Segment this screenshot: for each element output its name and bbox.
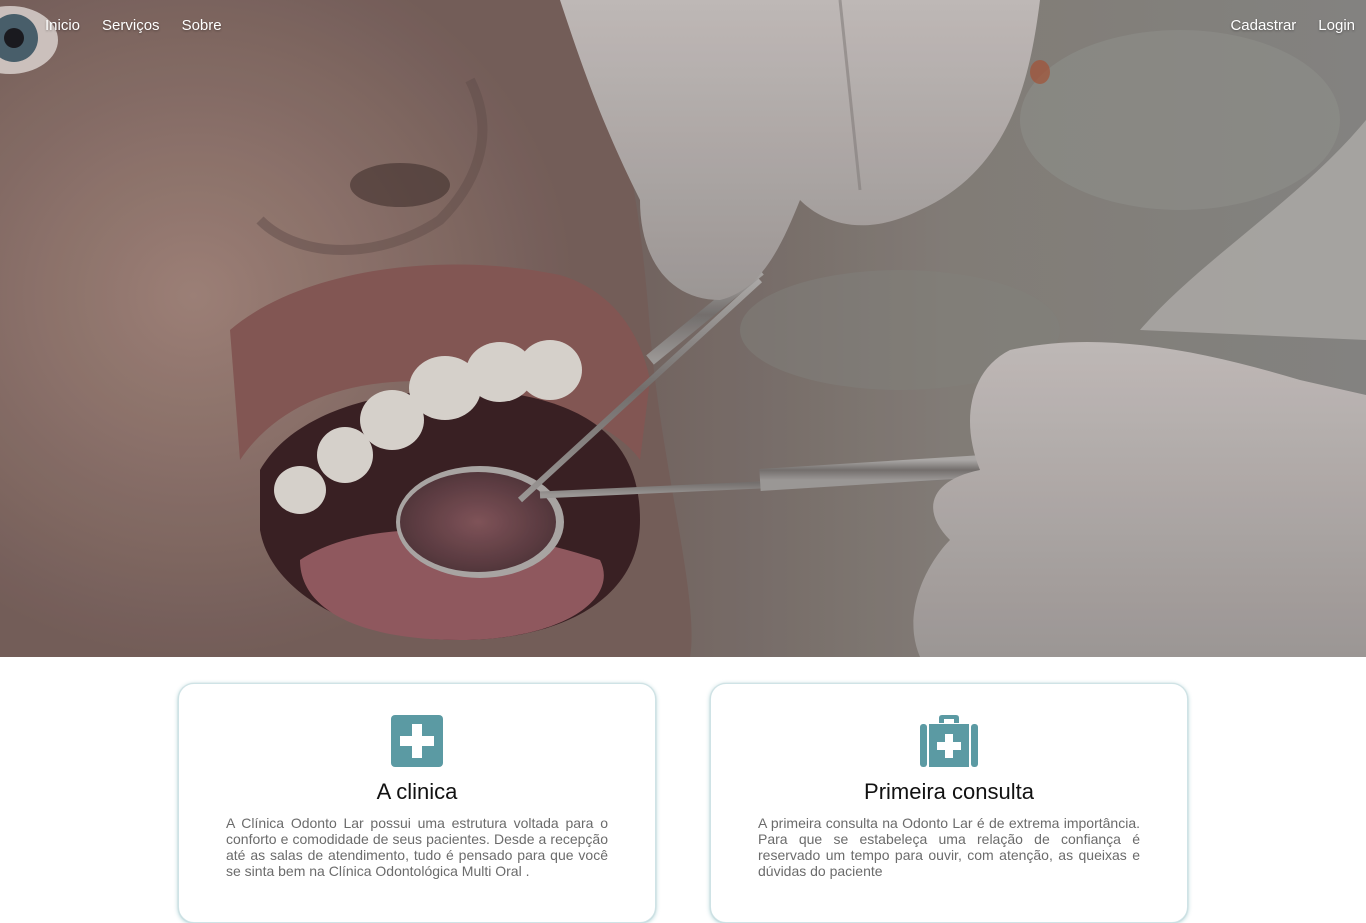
card-description: A primeira consulta na Odonto Lar é de e… — [758, 815, 1140, 879]
nav-link-login[interactable]: Login — [1307, 17, 1366, 35]
dental-exam-photo — [0, 0, 1366, 657]
nav-left-group: Inicio Serviços Sobre — [34, 17, 233, 35]
nav-link-servicos[interactable]: Serviços — [91, 17, 171, 35]
plus-square-icon — [391, 715, 443, 767]
card-a-clinica: A clinica A Clínica Odonto Lar possui um… — [178, 683, 656, 923]
card-primeira-consulta: Primeira consulta A primeira consulta na… — [710, 683, 1188, 923]
nav-link-inicio[interactable]: Inicio — [34, 17, 91, 35]
nav-link-cadastrar[interactable]: Cadastrar — [1219, 17, 1307, 35]
card-title: Primeira consulta — [864, 779, 1034, 804]
nav-right-group: Cadastrar Login — [1219, 17, 1366, 35]
card-description: A Clínica Odonto Lar possui uma estrutur… — [226, 815, 608, 879]
hero-banner: Inicio Serviços Sobre Cadastrar Login — [0, 0, 1366, 657]
nav-link-sobre[interactable]: Sobre — [171, 17, 233, 35]
medkit-icon — [920, 715, 978, 767]
card-title: A clinica — [376, 779, 458, 804]
top-navbar: Inicio Serviços Sobre Cadastrar Login — [0, 0, 1366, 52]
